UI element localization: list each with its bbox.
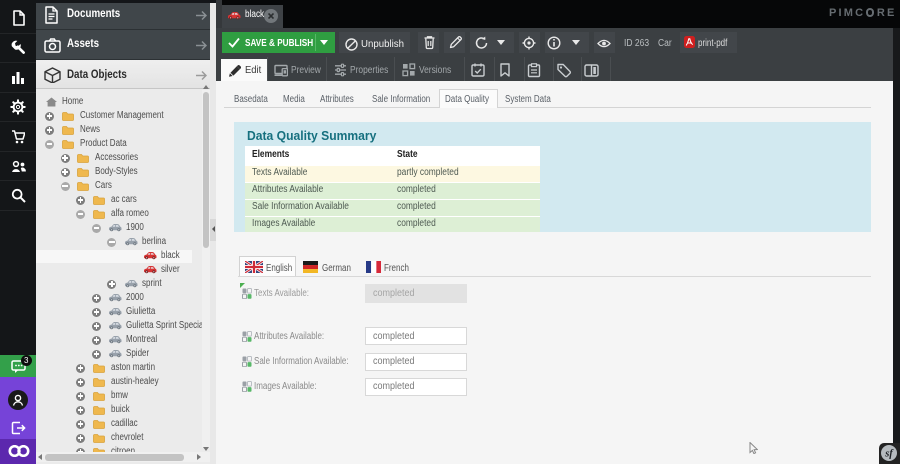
svg-text:sf: sf [884, 448, 894, 459]
